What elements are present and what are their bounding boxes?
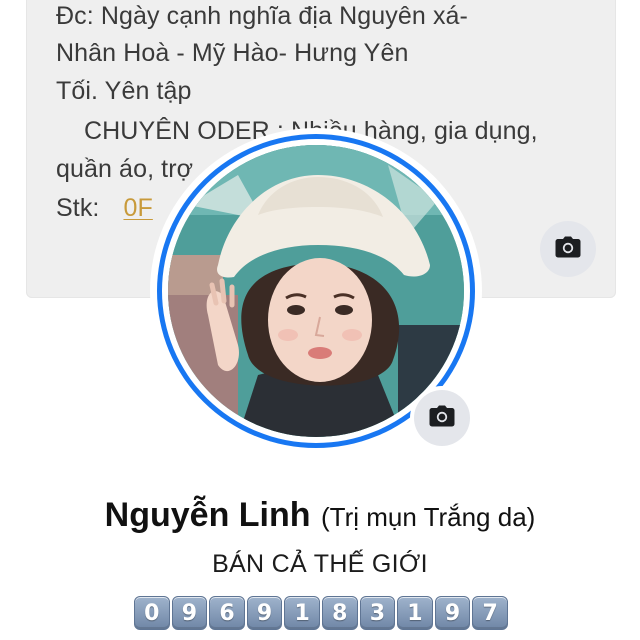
cover-stk-line: Stk: 0F	[56, 194, 153, 223]
phone-digit: 1	[284, 596, 320, 630]
phone-digit: 7	[472, 596, 508, 630]
profile-name: Nguyễn Linh	[104, 496, 311, 534]
phone-number: 0 9 6 9 1 8 3 1 9 7	[134, 596, 508, 632]
cover-text-line: Đc: Ngày cạnh nghĩa địa Nguyên xá-	[56, 2, 468, 30]
phone-digit: 8	[321, 596, 358, 630]
cover-text-line: Tối. Yên tập	[56, 77, 192, 105]
avatar	[168, 145, 464, 437]
profile-name-row: Nguyễn Linh (Trị mụn Trắng da)	[0, 496, 640, 535]
edit-cover-photo-button[interactable]	[540, 221, 596, 277]
edit-profile-picture-button[interactable]	[414, 390, 470, 446]
stk-number: 0F	[123, 194, 153, 222]
phone-digit: 9	[434, 596, 471, 630]
phone-digit: 9	[171, 596, 208, 630]
phone-digit: 3	[359, 596, 396, 630]
camera-icon	[555, 236, 581, 263]
profile-nickname: (Trị mụn Trắng da)	[321, 502, 536, 532]
profile-bio: BÁN CẢ THẾ GIỚI	[212, 550, 428, 578]
phone-digit: 6	[209, 596, 245, 630]
cover-text-line: Nhân Hoà - Mỹ Hào- Hưng Yên	[56, 39, 409, 67]
stk-label: Stk:	[56, 194, 100, 222]
phone-digit: 9	[246, 596, 283, 630]
camera-icon	[429, 405, 455, 432]
phone-digit: 0	[134, 596, 170, 630]
phone-digit: 1	[397, 596, 433, 630]
